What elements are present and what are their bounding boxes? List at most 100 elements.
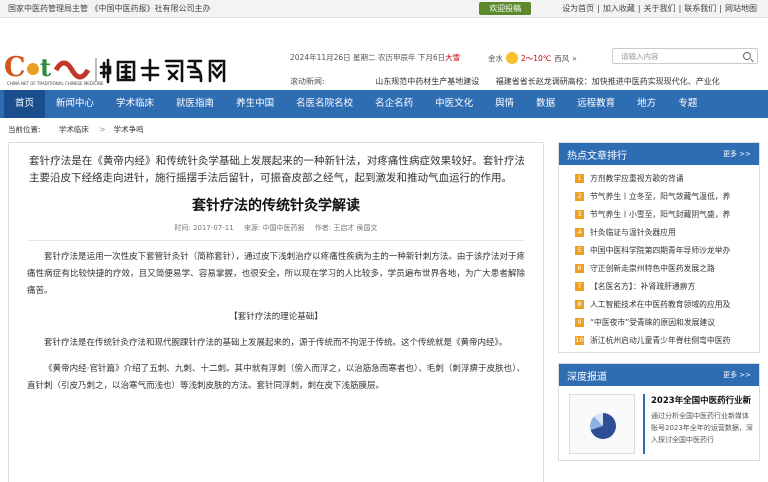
list-item-label: 人工智能技术在中医药教育领域的应用及 [590, 299, 731, 309]
list-item[interactable]: 6 守正创新走崇州特色中医药发展之路 [559, 259, 759, 277]
deep-report-item-title[interactable]: 2023年全国中医药行业新 [651, 394, 753, 406]
rank-badge: 5 [575, 245, 584, 255]
list-item-label: 针灸临证与温针灸器应用 [590, 227, 676, 237]
list-item-label: 浙江杭州启动儿童青少年脊柱侧弯中医药 [590, 335, 731, 345]
svg-text:t: t [40, 53, 51, 82]
contact-us-link[interactable]: 联系我们 [681, 4, 719, 13]
add-favorite-link[interactable]: 加入收藏 [600, 4, 638, 13]
nav-data[interactable]: 数据 [525, 90, 566, 118]
article-paragraph: 《黄帝内经·官针篇》介绍了五刺、九刺、十二刺。其中就有浮刺（傍入而浮之，以治筋急… [27, 364, 525, 391]
set-homepage-link[interactable]: 设为首页 [559, 4, 597, 13]
date-display: 2024年11月26日 星期二 农历甲辰年 下月6日大雪 [290, 52, 460, 63]
nav-remote-education[interactable]: 远程教育 [566, 90, 626, 118]
article-title: 套针疗法的传统针灸学解读 [192, 198, 360, 214]
report-thumbnail[interactable] [569, 394, 635, 454]
article-paragraph: 套针疗法是在传统针灸疗法和现代腕踝针疗法的基础上发展起来的，源于传统而不拘泥于传… [44, 338, 508, 348]
list-item-label: 【名医名方】：补肾疏肝通痹方 [590, 281, 696, 291]
nav-tcm-culture[interactable]: 中医文化 [424, 90, 484, 118]
rank-badge: 2 [575, 191, 584, 201]
scroll-news-item[interactable]: 山东规范中药材生产基地建设 [375, 77, 479, 86]
scrolling-news: 滚动新闻: 山东规范中药材生产基地建设 福建省省长赵龙调研高校：加快推进中医药实… [290, 76, 760, 87]
weather-temp: 2～10℃ [521, 53, 552, 63]
breadcrumb-item[interactable]: 学术争鸣 [114, 125, 144, 134]
rank-badge: 7 [575, 281, 584, 291]
weather-wind: 西风 [554, 53, 570, 63]
article-panel: 套针疗法是在《黄帝内经》和传统针灸学基础上发展起来的一种新针法，对疼痛性病症效果… [8, 142, 544, 482]
hot-articles-list: 1 方剂教学应重视方歌的背诵 2 节气养生丨立冬至，阳气敛藏气温低，养 3 节气养生丨… [559, 165, 759, 352]
deep-more-link[interactable]: 更多 >> [723, 370, 751, 380]
hot-articles-header: 热点文章排行 更多 >> [559, 143, 759, 165]
rank-badge: 1 [575, 173, 584, 183]
solar-term-text: 大雪 [445, 53, 461, 62]
breadcrumb-item[interactable]: 学术临床 [59, 125, 89, 134]
article-body: 套针疗法是运用一次性皮下套管针灸针（简称套针），通过皮下浅刺治疗以疼痛性疾病为主… [27, 249, 525, 395]
top-bar: 国家中医药管理局主管 《中国中医药报》社有限公司主办 欢迎投稿 设为首页 | 加入收… [0, 0, 768, 18]
site-logo[interactable]: C t CHINA NET OF TRADITIONAL CHINESE MED… [4, 52, 244, 90]
header: C t CHINA NET OF TRADITIONAL CHINESE MED… [0, 18, 768, 88]
list-item[interactable]: 10 浙江杭州启动儿童青少年脊柱侧弯中医药 [559, 331, 759, 349]
weather-widget: 金水 2～10℃ 西风 » [488, 52, 577, 64]
list-item[interactable]: 2 节气养生丨立冬至，阳气敛藏气温低，养 [559, 187, 759, 205]
nav-famous-doctors[interactable]: 名医名院名校 [285, 90, 364, 118]
date-text: 2024年11月26日 星期二 农历甲辰年 下月6日 [290, 53, 446, 62]
deep-report-item-desc: 通过分析全国中医药行业新媒体账号2023年全年的运营数据，深入探讨全国中医药行 [651, 412, 753, 444]
article-lead: 套针疗法是在《黄帝内经》和传统针灸学基础上发展起来的一种新针法，对疼痛性病症效果… [29, 155, 525, 184]
search-icon[interactable] [743, 52, 751, 60]
list-item[interactable]: 4 针灸临证与温针灸器应用 [559, 223, 759, 241]
list-item[interactable]: 1 方剂教学应重视方歌的背诵 [559, 169, 759, 187]
hot-more-link[interactable]: 更多 >> [723, 149, 751, 159]
article-time: 时间: 2017-07-11 [174, 224, 234, 232]
submit-article-button[interactable]: 欢迎投稿 [479, 2, 532, 15]
list-item-label: 节气养生丨小雪至，阳气封藏阴气盛，养 [590, 209, 731, 219]
svg-text:CHINA NET OF TRADITIONAL CHINE: CHINA NET OF TRADITIONAL CHINESE MEDICIN… [7, 81, 104, 86]
deep-report-box: 深度报道 更多 >> 2023年全国中医药行业新 通过分析全国中医药行业新媒体账… [558, 363, 760, 461]
sun-icon [506, 52, 518, 64]
rank-badge: 9 [575, 317, 584, 327]
list-item[interactable]: 5 中国中医科学院第四期青年导师沙龙举办 [559, 241, 759, 259]
nav-news-center[interactable]: 新闻中心 [45, 90, 105, 118]
scroll-news-item[interactable]: 福建省省长赵龙调研高校：加快推进中医药实现现代化、产业化 [496, 77, 720, 86]
list-item-label: “中医夜市”受青睐的原因和发展建议 [590, 317, 716, 327]
nav-public-opinion[interactable]: 舆情 [484, 90, 525, 118]
pie-chart-icon [590, 413, 616, 439]
sidebar: 热点文章排行 更多 >> 1 方剂教学应重视方歌的背诵 2 节气养生丨立冬至，阳气敛… [558, 142, 760, 471]
list-item[interactable]: 8 人工智能技术在中医药教育领域的应用及 [559, 295, 759, 313]
search-input[interactable]: 请输入内容 [612, 48, 758, 64]
nav-medical-guide[interactable]: 就医指南 [165, 90, 225, 118]
list-item-label: 节气养生丨立冬至，阳气敛藏气温低，养 [590, 191, 731, 201]
nav-home[interactable]: 首页 [4, 90, 46, 118]
nav-special[interactable]: 专题 [667, 90, 708, 118]
rank-badge: 4 [575, 227, 584, 237]
deep-report-title: 深度报道 [567, 371, 607, 383]
site-owner-text: 国家中医药管理局主管 《中国中医药报》社有限公司主办 [8, 4, 211, 13]
hot-articles-title: 热点文章排行 [567, 150, 627, 162]
list-item[interactable]: 9 “中医夜市”受青睐的原因和发展建议 [559, 313, 759, 331]
list-item[interactable]: 7 【名医名方】：补肾疏肝通痹方 [559, 277, 759, 295]
deep-report-item[interactable]: 2023年全国中医药行业新 通过分析全国中医药行业新媒体账号2023年全年的运营… [559, 386, 759, 460]
weather-city: 金水 [488, 53, 503, 63]
article-paragraph: 套针疗法是运用一次性皮下套管针灸针（简称套针），通过皮下浅刺治疗以疼痛性疾病为主… [27, 252, 525, 296]
divider [27, 240, 525, 241]
hot-articles-box: 热点文章排行 更多 >> 1 方剂教学应重视方歌的背诵 2 节气养生丨立冬至，阳气敛… [558, 142, 760, 353]
nav-famous-enterprises[interactable]: 名企名药 [364, 90, 424, 118]
breadcrumb-label: 当前位置: [8, 125, 41, 134]
rank-badge: 6 [575, 263, 584, 273]
nav-academic-clinical[interactable]: 学术临床 [105, 90, 165, 118]
scroll-news-label: 滚动新闻: [290, 77, 325, 86]
breadcrumb: 当前位置: 学术临床 > 学术争鸣 [8, 125, 144, 134]
nav-local[interactable]: 地方 [626, 90, 667, 118]
list-item[interactable]: 3 节气养生丨小雪至，阳气封藏阴气盛，养 [559, 205, 759, 223]
search-placeholder: 请输入内容 [621, 51, 659, 61]
article-meta: 时间: 2017-07-11 来源: 中国中医药报 作者: 王启才 侯国文 [9, 223, 543, 233]
chevron-right-icon[interactable]: » [572, 54, 577, 63]
rank-badge: 8 [575, 299, 584, 309]
article-subtitle: 【套针疗法的理论基础】 [229, 312, 323, 322]
nav-health-china[interactable]: 养生中国 [225, 90, 285, 118]
sitemap-link[interactable]: 网站地图 [722, 4, 760, 13]
svg-text:C: C [4, 52, 26, 83]
about-us-link[interactable]: 关于我们 [641, 4, 679, 13]
deep-report-text: 2023年全国中医药行业新 通过分析全国中医药行业新媒体账号2023年全年的运营… [643, 394, 753, 454]
rank-badge: 10 [575, 335, 584, 345]
list-item-label: 中国中医科学院第四期青年导师沙龙举办 [590, 245, 731, 255]
rank-badge: 3 [575, 209, 584, 219]
